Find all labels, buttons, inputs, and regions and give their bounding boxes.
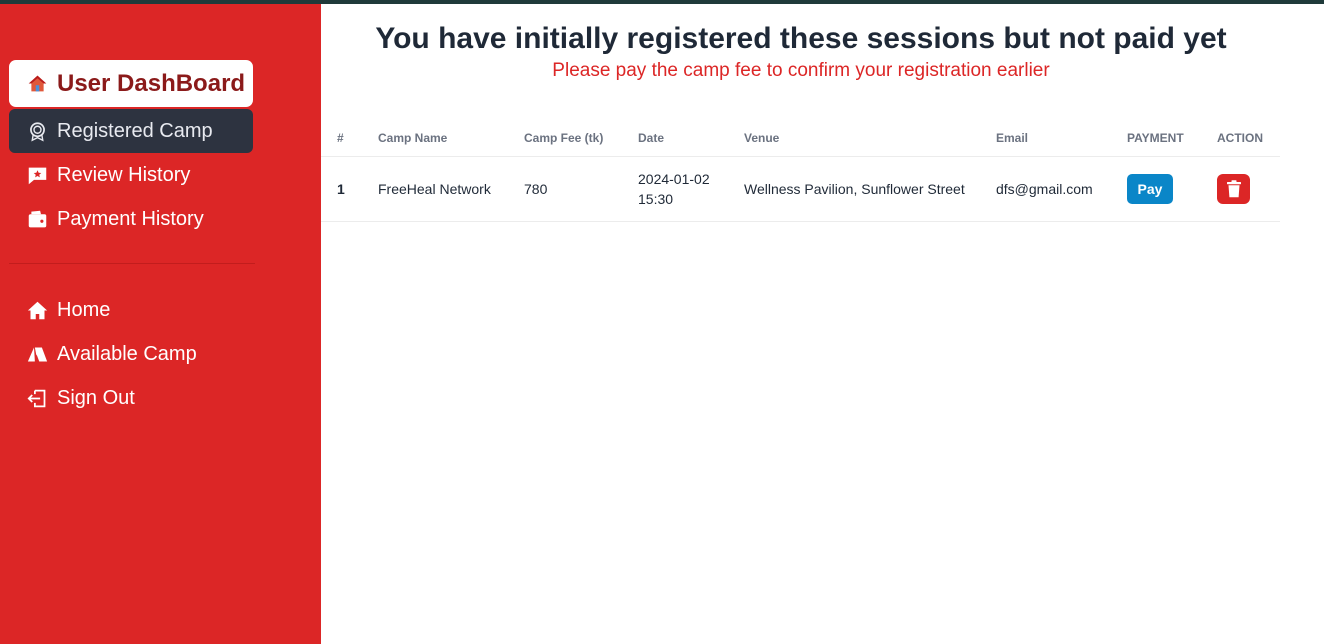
sidebar-item-sign-out[interactable]: Sign Out [9,376,253,420]
date-value: 2024-01-02 [638,170,710,187]
column-header-venue: Venue [744,120,996,157]
page-subtitle: Please pay the camp fee to confirm your … [552,60,1050,81]
payment-cell: Pay [1127,156,1217,222]
action-cell [1217,156,1280,222]
sidebar-item-label: Review History [57,163,191,186]
sidebar-item-label: Registered Camp [57,119,213,142]
tent-icon [26,343,48,365]
main-content: You have initially registered these sess… [321,4,1324,644]
comment-star-icon [26,164,48,186]
column-header-camp-name: Camp Name [378,120,524,157]
table-row: 1 FreeHeal Network 780 2024-01-02 15:30 … [321,156,1280,222]
row-index: 1 [321,156,378,222]
table-header-row: # Camp Name Camp Fee (tk) Date Venue Ema… [321,120,1280,157]
time-value: 15:30 [638,190,674,207]
page-title: You have initially registered these sess… [375,22,1227,55]
column-header-camp-fee: Camp Fee (tk) [524,120,638,157]
column-header-index: # [321,120,378,157]
sidebar-brand-user-dashboard[interactable]: User DashBoard [9,60,253,107]
sidebar-item-review-history[interactable]: Review History [9,153,253,197]
camp-name-cell: FreeHeal Network [378,156,524,222]
home-icon [26,299,48,321]
unpaid-sessions-table: # Camp Name Camp Fee (tk) Date Venue Ema… [321,120,1280,222]
sidebar-item-label: Payment History [57,207,204,230]
venue-cell: Wellness Pavilion, Sunflower Street [744,156,996,222]
house-icon [26,73,48,95]
camp-fee-cell: 780 [524,156,638,222]
sidebar-item-payment-history[interactable]: Payment History [9,197,253,241]
column-header-date: Date [638,120,744,157]
column-header-payment: PAYMENT [1127,120,1217,157]
sidebar-item-label: Sign Out [57,386,135,409]
pay-button[interactable]: Pay [1127,173,1173,204]
email-cell: dfs@gmail.com [996,156,1127,222]
delete-button[interactable] [1217,173,1250,204]
sidebar-item-available-camp[interactable]: Available Camp [9,332,253,376]
badge-icon [26,120,48,142]
sign-out-icon [26,387,48,409]
sidebar-item-label: Available Camp [57,342,197,365]
sidebar-divider [9,263,255,264]
trash-icon [1226,179,1241,197]
date-cell: 2024-01-02 15:30 [638,156,744,222]
column-header-email: Email [996,120,1127,157]
wallet-icon [26,208,48,230]
sidebar-brand-label: User DashBoard [57,69,246,97]
sidebar-item-registered-camp[interactable]: Registered Camp [9,109,253,153]
sidebar-item-home[interactable]: Home [9,288,253,332]
sidebar: User DashBoard Registered Camp Review Hi… [0,4,321,644]
column-header-action: ACTION [1217,120,1280,157]
sidebar-item-label: Home [57,298,111,321]
